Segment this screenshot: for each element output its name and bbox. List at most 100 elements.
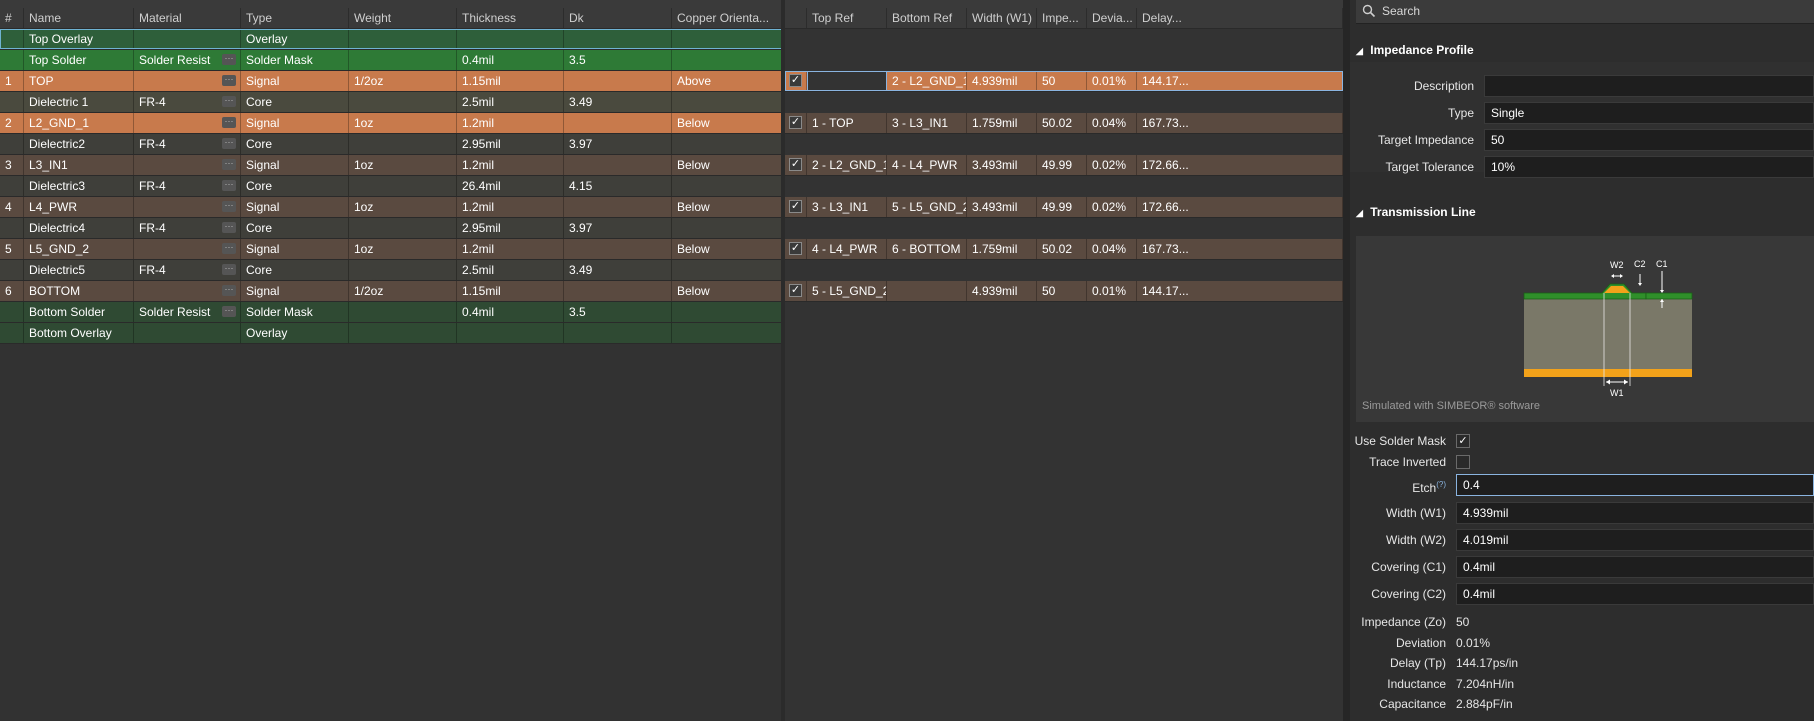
cell-number[interactable] xyxy=(0,260,24,280)
col-header-impedance[interactable]: Impe... xyxy=(1037,8,1087,28)
cell-type[interactable]: Overlay xyxy=(241,323,349,343)
cell-weight[interactable] xyxy=(349,323,457,343)
cell-weight[interactable] xyxy=(349,29,457,49)
cell-impedance[interactable]: 50.02 xyxy=(1037,239,1087,259)
cell-name[interactable]: TOP xyxy=(24,71,134,91)
enabled-checkbox[interactable]: ✓ xyxy=(789,116,802,129)
enabled-checkbox[interactable]: ✓ xyxy=(789,284,802,297)
material-browse-icon[interactable]: ··· xyxy=(222,75,236,86)
cell-copper-orientation[interactable]: Below xyxy=(672,281,784,301)
cell-weight[interactable]: 1/2oz xyxy=(349,71,457,91)
enabled-checkbox[interactable]: ✓ xyxy=(789,200,802,213)
layer-row[interactable]: 3 L3_IN1 Signal 1oz 1.2mil Below ··· xyxy=(0,155,784,176)
layer-row[interactable]: 6 BOTTOM Signal 1/2oz 1.15mil Below ··· xyxy=(0,281,784,302)
cell-weight[interactable] xyxy=(349,218,457,238)
impedance-row[interactable]: ✓ 2 - L2_GND_1 4 - L4_PWR 3.493mil 49.99 0.02… xyxy=(785,155,1343,176)
cell-dk[interactable]: 4.15 xyxy=(564,176,672,196)
width-w1-input[interactable]: 4.939mil xyxy=(1456,502,1814,524)
cell-number[interactable]: 2 xyxy=(0,113,24,133)
material-browse-icon[interactable]: ··· xyxy=(222,264,236,275)
cell-dk[interactable]: 3.49 xyxy=(564,260,672,280)
cell-name[interactable]: Dielectric4 xyxy=(24,218,134,238)
col-header-material[interactable]: Material xyxy=(134,8,241,28)
cell-type[interactable]: Core xyxy=(241,176,349,196)
cell-dk[interactable]: 3.5 xyxy=(564,50,672,70)
cell-thickness[interactable]: 0.4mil xyxy=(457,50,564,70)
cell-thickness[interactable]: 2.5mil xyxy=(457,260,564,280)
cell-delay[interactable]: 172.66... xyxy=(1137,197,1343,217)
cell-name[interactable]: BOTTOM xyxy=(24,281,134,301)
cell-number[interactable] xyxy=(0,134,24,154)
cell-thickness[interactable]: 1.2mil xyxy=(457,113,564,133)
target-tolerance-input[interactable]: 10% xyxy=(1484,156,1814,178)
material-browse-icon[interactable]: ··· xyxy=(222,54,236,65)
cell-number[interactable] xyxy=(0,50,24,70)
cell-thickness[interactable] xyxy=(457,29,564,49)
col-header-number[interactable]: # xyxy=(0,8,24,28)
cell-thickness[interactable]: 2.95mil xyxy=(457,218,564,238)
cell-weight[interactable]: 1oz xyxy=(349,155,457,175)
cell-number[interactable]: 4 xyxy=(0,197,24,217)
col-header-enabled[interactable] xyxy=(785,8,807,28)
col-header-delay[interactable]: Delay... xyxy=(1137,8,1343,28)
col-header-thickness[interactable]: Thickness xyxy=(457,8,564,28)
col-header-name[interactable]: Name xyxy=(24,8,134,28)
layer-row[interactable]: Top Overlay Overlay xyxy=(0,29,784,50)
cell-name[interactable]: Dielectric3 xyxy=(24,176,134,196)
cell-number[interactable]: 3 xyxy=(0,155,24,175)
cell-type[interactable]: Signal xyxy=(241,71,349,91)
cell-copper-orientation[interactable]: Above xyxy=(672,71,784,91)
cell-bottom-ref[interactable]: 6 - BOTTOM xyxy=(887,239,967,259)
cell-name[interactable]: Dielectric2 xyxy=(24,134,134,154)
cell-width-w1[interactable]: 1.759mil xyxy=(967,239,1037,259)
width-w2-input[interactable]: 4.019mil xyxy=(1456,529,1814,551)
cell-dk[interactable] xyxy=(564,113,672,133)
cell-deviation[interactable]: 0.01% xyxy=(1087,281,1137,301)
cell-type[interactable]: Core xyxy=(241,218,349,238)
cell-top-ref[interactable]: 3 - L3_IN1 xyxy=(807,197,887,217)
material-browse-icon[interactable]: ··· xyxy=(222,180,236,191)
cell-type[interactable]: Signal xyxy=(241,197,349,217)
cell-name[interactable]: Bottom Overlay xyxy=(24,323,134,343)
cell-width-w1[interactable]: 3.493mil xyxy=(967,155,1037,175)
layer-row[interactable]: Dielectric 1 FR-4 Core 2.5mil 3.49 ··· xyxy=(0,92,784,113)
cell-weight[interactable] xyxy=(349,260,457,280)
cell-thickness[interactable]: 2.95mil xyxy=(457,134,564,154)
cell-dk[interactable]: 3.5 xyxy=(564,302,672,322)
cell-number[interactable] xyxy=(0,302,24,322)
cell-type[interactable]: Solder Mask xyxy=(241,50,349,70)
cell-copper-orientation[interactable] xyxy=(672,50,784,70)
search-box[interactable]: Search xyxy=(1356,0,1814,24)
impedance-row[interactable]: ✓ 2 - L2_GND_1 4.939mil 50 0.01% 144.17... xyxy=(785,71,1343,92)
cell-dk[interactable]: 3.97 xyxy=(564,218,672,238)
cell-impedance[interactable]: 49.99 xyxy=(1037,197,1087,217)
material-browse-icon[interactable]: ··· xyxy=(222,117,236,128)
cell-copper-orientation[interactable] xyxy=(672,323,784,343)
cell-thickness[interactable] xyxy=(457,323,564,343)
cell-delay[interactable]: 167.73... xyxy=(1137,239,1343,259)
cell-copper-orientation[interactable] xyxy=(672,218,784,238)
cell-material[interactable] xyxy=(134,29,241,49)
material-browse-icon[interactable]: ··· xyxy=(222,159,236,170)
col-header-deviation[interactable]: Devia... xyxy=(1087,8,1137,28)
enabled-checkbox[interactable]: ✓ xyxy=(789,158,802,171)
col-header-dk[interactable]: Dk xyxy=(564,8,672,28)
cell-number[interactable] xyxy=(0,29,24,49)
etch-input[interactable]: 0.4 xyxy=(1456,474,1814,496)
cell-thickness[interactable]: 2.5mil xyxy=(457,92,564,112)
material-browse-icon[interactable]: ··· xyxy=(222,285,236,296)
cell-copper-orientation[interactable]: Below xyxy=(672,113,784,133)
cell-thickness[interactable]: 0.4mil xyxy=(457,302,564,322)
col-header-bottom-ref[interactable]: Bottom Ref xyxy=(887,8,967,28)
cell-copper-orientation[interactable]: Below xyxy=(672,197,784,217)
cell-type[interactable]: Signal xyxy=(241,281,349,301)
cell-dk[interactable] xyxy=(564,239,672,259)
cell-deviation[interactable]: 0.02% xyxy=(1087,155,1137,175)
description-input[interactable] xyxy=(1484,75,1814,97)
cell-name[interactable]: L3_IN1 xyxy=(24,155,134,175)
covering-c2-input[interactable]: 0.4mil xyxy=(1456,583,1814,605)
material-browse-icon[interactable]: ··· xyxy=(222,201,236,212)
col-header-top-ref[interactable]: Top Ref xyxy=(807,8,887,28)
cell-weight[interactable] xyxy=(349,134,457,154)
cell-name[interactable]: L5_GND_2 xyxy=(24,239,134,259)
